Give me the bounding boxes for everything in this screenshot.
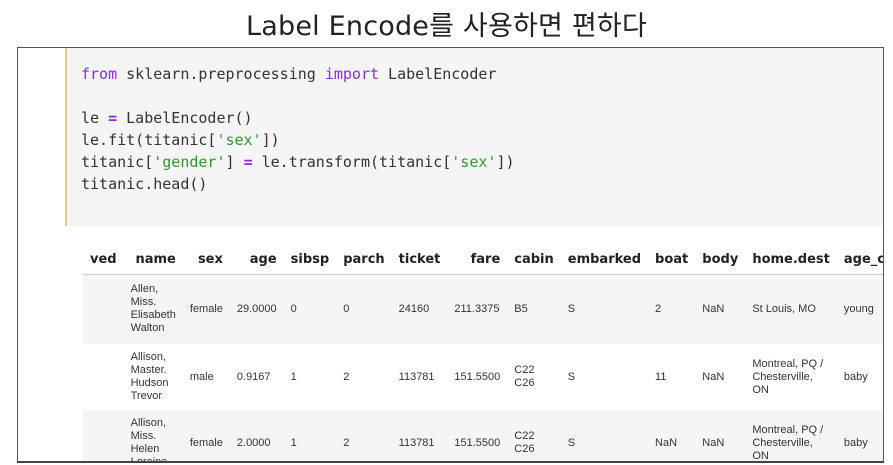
cell-output: ved name sex age sibsp parch ticket fare… [83, 246, 883, 461]
code-text: LabelEncoder() [117, 109, 253, 127]
slide-title: Label Encode를 사용하면 편하다 [246, 11, 647, 42]
cell-body: NaN [695, 344, 746, 410]
cell-body: NaN [695, 274, 746, 344]
column-header: sex [182, 246, 230, 275]
code-text: ]) [261, 131, 280, 149]
cell-boat: 2 [648, 274, 696, 344]
cell-fare: 211.3375 [447, 274, 508, 344]
column-header: boat [648, 246, 696, 275]
operator-assign: = [243, 153, 253, 171]
column-header: embarked [560, 246, 649, 275]
keyword-from: from [81, 65, 118, 83]
string-literal: 'sex' [216, 131, 262, 149]
code-text: le.transform(titanic[ [252, 153, 452, 171]
column-header: ved [83, 246, 124, 275]
column-header: body [695, 246, 746, 275]
cell-sibsp: 1 [283, 344, 337, 410]
cell-age-cat: baby [836, 410, 883, 461]
cell-home-dest: Montreal, PQ / Chesterville, ON [745, 410, 837, 461]
column-header: home.dest [745, 246, 837, 275]
cell-home-dest: St Louis, MO [745, 274, 837, 344]
column-header: name [123, 246, 183, 275]
column-header: age [229, 246, 284, 275]
column-header: cabin [507, 246, 561, 275]
code-cell[interactable]: from sklearn.preprocessing import LabelE… [65, 48, 883, 226]
cell-name: Allison, Miss. Helen Loraine [123, 410, 183, 461]
cell-body: NaN [695, 410, 746, 461]
code-text: le [81, 109, 109, 127]
cell-age: 2.0000 [229, 410, 284, 461]
cell-boat: NaN [648, 410, 696, 461]
table-header-row: ved name sex age sibsp parch ticket fare… [83, 246, 883, 275]
cell-sex: male [182, 344, 230, 410]
column-header: fare [447, 246, 508, 275]
cell-fare: 151.5500 [447, 410, 508, 461]
code-text: titanic[ [81, 153, 154, 171]
cell-sex: female [182, 410, 230, 461]
cell-age-cat: young [836, 274, 883, 344]
table-row: Allison, Miss. Helen Loraine female 2.00… [83, 410, 883, 461]
cell-home-dest: Montreal, PQ / Chesterville, ON [745, 344, 837, 410]
column-header: parch [336, 246, 392, 275]
cell-parch: 2 [336, 410, 392, 461]
cell-embarked: S [560, 274, 649, 344]
import-name: LabelEncoder [379, 65, 497, 83]
code-text: titanic.head() [81, 175, 208, 193]
cell-ticket: 113781 [391, 344, 448, 410]
cell-sex: female [182, 274, 230, 344]
cell-survived [83, 274, 124, 344]
code-text: ] [225, 153, 244, 171]
module-name: sklearn.preprocessing [117, 65, 325, 83]
code-text: ]) [496, 153, 515, 171]
column-header: ticket [391, 246, 448, 275]
cell-age: 29.0000 [229, 274, 284, 344]
cell-age: 0.9167 [229, 344, 284, 410]
cell-sibsp: 0 [283, 274, 337, 344]
cell-survived [83, 344, 124, 410]
code-text: le.fit(titanic[ [81, 131, 217, 149]
notebook-frame: from sklearn.preprocessing import LabelE… [17, 47, 884, 463]
keyword-import: import [324, 65, 380, 83]
cell-ticket: 113781 [391, 410, 448, 461]
cell-embarked: S [560, 410, 649, 461]
string-literal: 'sex' [451, 153, 497, 171]
table-row: Allison, Master. Hudson Trevor male 0.91… [83, 344, 883, 410]
cell-cabin: B5 [507, 274, 561, 344]
cell-boat: 11 [648, 344, 696, 410]
dataframe-table: ved name sex age sibsp parch ticket fare… [83, 246, 883, 461]
cell-survived [83, 410, 124, 461]
table-row: Allen, Miss. Elisabeth Walton female 29.… [83, 274, 883, 344]
column-header: sibsp [283, 246, 337, 275]
cell-age-cat: baby [836, 344, 883, 410]
cell-parch: 2 [336, 344, 392, 410]
operator-assign: = [108, 109, 118, 127]
string-literal: 'gender' [153, 153, 226, 171]
cell-parch: 0 [336, 274, 392, 344]
cell-cabin: C22 C26 [507, 410, 561, 461]
cell-name: Allen, Miss. Elisabeth Walton [123, 274, 183, 344]
cell-cabin: C22 C26 [507, 344, 561, 410]
cell-ticket: 24160 [391, 274, 448, 344]
cell-fare: 151.5500 [447, 344, 508, 410]
cell-name: Allison, Master. Hudson Trevor [123, 344, 183, 410]
cell-sibsp: 1 [283, 410, 337, 461]
cell-embarked: S [560, 344, 649, 410]
code-editor[interactable]: from sklearn.preprocessing import LabelE… [81, 63, 515, 195]
column-header: age_cat [836, 246, 883, 275]
